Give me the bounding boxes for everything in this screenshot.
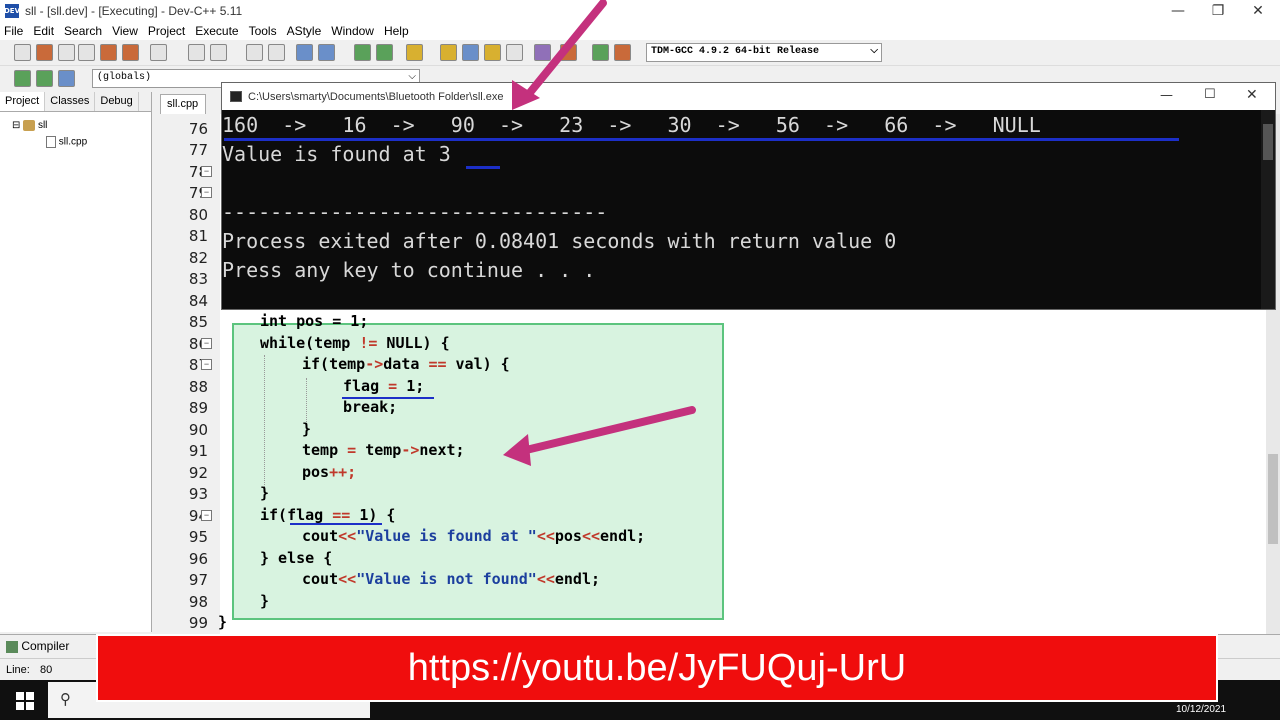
youtube-url-banner[interactable]: https://youtu.be/JyFUQuj-UrU <box>96 634 1218 702</box>
annotation-arrows <box>503 0 696 466</box>
banner-url: https://youtu.be/JyFUQuj-UrU <box>407 646 907 689</box>
compiler-tab-label: Compiler <box>21 639 70 653</box>
tab-compiler[interactable]: Compiler <box>6 639 69 653</box>
arrow-to-console <box>524 0 607 99</box>
search-icon: ⚲ <box>60 690 71 708</box>
arrow-head <box>503 434 531 466</box>
clock-date: 10/12/2021 <box>1176 704 1227 715</box>
grid-icon <box>6 640 18 653</box>
arrow-to-code <box>518 406 696 455</box>
status-line-label: Line: <box>6 664 30 676</box>
status-line-value: 80 <box>40 664 53 676</box>
start-icon[interactable] <box>16 692 34 710</box>
